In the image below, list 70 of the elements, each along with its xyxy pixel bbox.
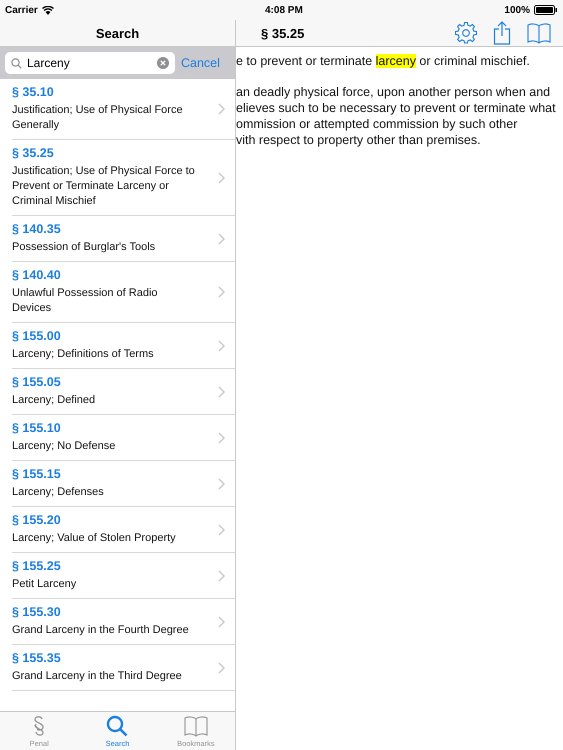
chevron-icon [218,340,225,352]
section-number: § 155.30 [12,605,61,620]
section-title: Grand Larceny in the Fourth Degree [12,623,189,638]
body-text: elieves such to be necessary to prevent or terminate what [236,100,556,116]
section-title: Unlawful Possession of Radio Devices [12,286,159,316]
section-number: § 140.35 [12,222,61,237]
search-input[interactable]: Larceny [27,56,152,70]
section-title: Larceny; No Defense [12,439,116,454]
book-icon [184,715,208,737]
result-row[interactable]: § 140.40 Unlawful Possession of Radio Devices [12,262,235,323]
search-icon [11,58,22,68]
settings-icon[interactable] [455,22,477,44]
section-title: Petit Larceny [12,577,76,592]
result-row[interactable]: § 35.25 Justification; Use of Physical Force to Prevent or Terminate Larceny or Criminal Mischief [12,140,235,216]
clock-time: 4:08 PM [265,4,303,16]
search-field[interactable]: Larceny [5,52,175,74]
chevron-icon [218,478,225,490]
chevron-icon [218,570,225,582]
result-row[interactable]: § 155.10 Larceny; No Defense [12,415,235,461]
result-row[interactable]: § 155.20 Larceny; Value of Stolen Property [12,507,235,553]
carrier-label: Carrier [5,4,38,16]
section-title: Justification; Use of Physical Force Generally [12,103,184,133]
section-title: Justification; Use of Physical Force to Prevent or Terminate Larceny or Criminal Mischief [12,164,196,209]
result-row[interactable]: § 155.15 Larceny; Defenses [12,461,235,507]
body-text: e to prevent or terminate larceny or criminal mischief. [236,53,530,69]
wifi-icon [42,6,54,14]
result-row[interactable]: § 155.25 Petit Larceny [12,553,235,599]
share-icon[interactable] [493,21,511,45]
body-text: ommission or attempted commission by such other [236,116,518,132]
chevron-icon [218,286,225,298]
panel-title: Search [96,26,140,40]
section-number: § 35.25 [12,146,54,161]
result-row[interactable]: § 155.00 Larceny; Definitions of Terms [12,323,235,369]
section-title: Possession of Burglar's Tools [12,240,156,255]
section-number: § 140.40 [12,268,61,283]
section-title: Larceny; Definitions of Terms [12,347,154,362]
section-number: § 155.35 [12,651,61,666]
section-title: Grand Larceny in the Third Degree [12,669,182,684]
result-row[interactable]: § 35.10 Justification; Use of Physical Force Generally [12,79,235,140]
section-number: § 155.10 [12,421,61,436]
clear-icon[interactable] [157,57,169,69]
chevron-icon [218,616,225,628]
section-number: § 35.10 [12,85,54,100]
chevron-icon [218,232,225,244]
section-heading: § 35.25 [261,26,304,40]
section-number: § 155.05 [12,375,61,390]
chevron-icon [218,172,225,184]
body-text: an deadly physical force, upon another person when and [236,84,550,100]
chevron-icon [218,103,225,115]
section-title: Larceny; Value of Stolen Property [12,531,176,546]
chevron-icon [218,432,225,444]
body-text: vith respect to property other than premises. [236,132,481,148]
chevron-icon [218,662,225,674]
result-row[interactable]: § 155.30 Grand Larceny in the Fourth Degree [12,599,235,645]
section-number: § 155.20 [12,513,61,528]
result-row[interactable]: § 155.05 Larceny; Defined [12,369,235,415]
section-number: § 155.25 [12,559,61,574]
result-row[interactable]: § 155.35 Grand Larceny in the Third Degree [12,645,235,691]
chevron-icon [218,524,225,536]
section-title: Larceny; Defined [12,393,96,408]
search-icon [106,715,128,737]
section-title: Larceny; Defenses [12,485,104,500]
chevron-icon [218,386,225,398]
section-icon [32,715,46,737]
section-number: § 155.15 [12,467,61,482]
battery-percent: 100% [504,4,530,16]
section-number: § 155.00 [12,329,61,344]
result-row[interactable]: § 140.35 Possession of Burglar's Tools [12,216,235,262]
book-icon[interactable] [527,22,551,44]
battery-icon [534,5,558,15]
